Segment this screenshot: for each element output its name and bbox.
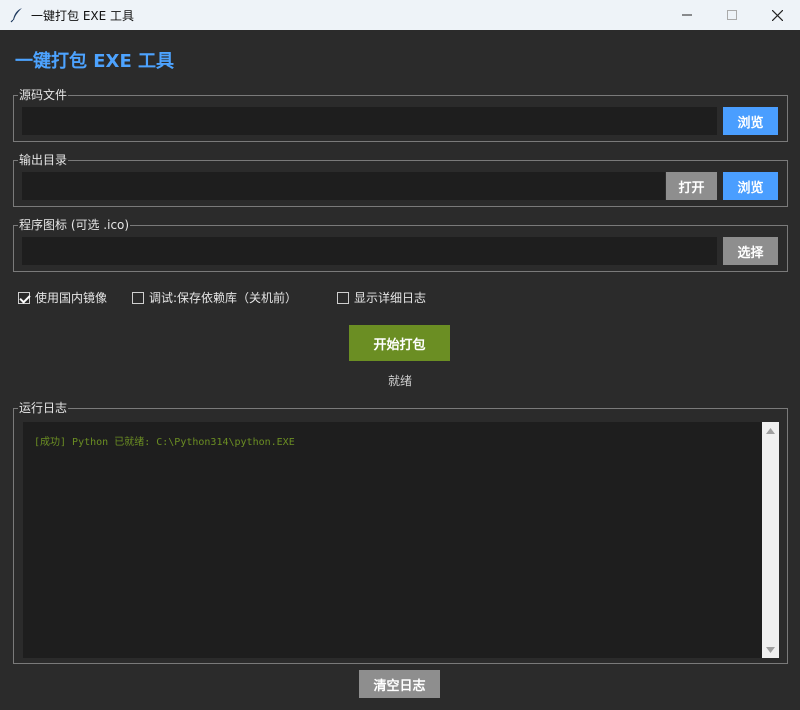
mirror-checkbox[interactable]: 使用国内镜像 — [18, 289, 107, 306]
feather-icon — [10, 7, 24, 23]
minimize-icon — [682, 10, 692, 20]
mirror-checkbox-label: 使用国内镜像 — [35, 291, 108, 305]
checkbox-unchecked-icon[interactable] — [337, 291, 349, 304]
program-icon-input[interactable] — [22, 237, 717, 265]
debug-checkbox[interactable]: 调试:保存依赖库（关机前） — [132, 289, 297, 306]
maximize-button[interactable] — [709, 0, 755, 30]
scroll-down-arrow-icon[interactable] — [762, 641, 779, 658]
start-build-button[interactable]: 开始打包 — [349, 325, 450, 361]
clear-log-button[interactable]: 清空日志 — [359, 670, 440, 698]
output-dir-input[interactable] — [22, 172, 665, 200]
debug-checkbox-label: 调试:保存依赖库（关机前） — [149, 291, 298, 305]
close-icon — [771, 9, 783, 21]
source-file-group: 源码文件 浏览 — [13, 87, 788, 142]
source-file-label: 源码文件 — [18, 87, 69, 103]
window-title: 一键打包 EXE 工具 — [31, 9, 135, 23]
log-line: [成功] Python 已就绪: C:\Python314\python.EXE — [34, 437, 295, 448]
output-open-button[interactable]: 打开 — [666, 172, 717, 200]
verbose-log-checkbox[interactable]: 显示详细日志 — [337, 289, 426, 306]
page-title: 一键打包 EXE 工具 — [15, 51, 175, 72]
checkbox-checked-icon[interactable] — [18, 291, 30, 304]
log-scrollbar[interactable] — [762, 422, 779, 658]
program-icon-label: 程序图标 (可选 .ico) — [18, 217, 131, 233]
output-dir-label: 输出目录 — [18, 152, 69, 168]
checkbox-unchecked-icon[interactable] — [132, 291, 144, 304]
scroll-up-arrow-icon[interactable] — [762, 422, 779, 439]
output-browse-button[interactable]: 浏览 — [723, 172, 778, 200]
maximize-icon — [727, 10, 737, 20]
log-group: 运行日志 [成功] Python 已就绪: C:\Python314\pytho… — [13, 400, 788, 664]
log-textarea[interactable]: [成功] Python 已就绪: C:\Python314\python.EXE — [23, 422, 762, 658]
log-label: 运行日志 — [18, 400, 69, 416]
source-browse-button[interactable]: 浏览 — [723, 107, 778, 135]
title-bar: 一键打包 EXE 工具 — [0, 0, 800, 30]
status-text: 就绪 — [387, 374, 412, 388]
program-icon-group: 程序图标 (可选 .ico) 选择 — [13, 217, 788, 272]
verbose-log-checkbox-label: 显示详细日志 — [354, 291, 427, 305]
close-button[interactable] — [754, 0, 800, 30]
minimize-button[interactable] — [664, 0, 710, 30]
source-file-input[interactable] — [22, 107, 717, 135]
output-dir-group: 输出目录 打开 浏览 — [13, 152, 788, 207]
icon-select-button[interactable]: 选择 — [723, 237, 778, 265]
